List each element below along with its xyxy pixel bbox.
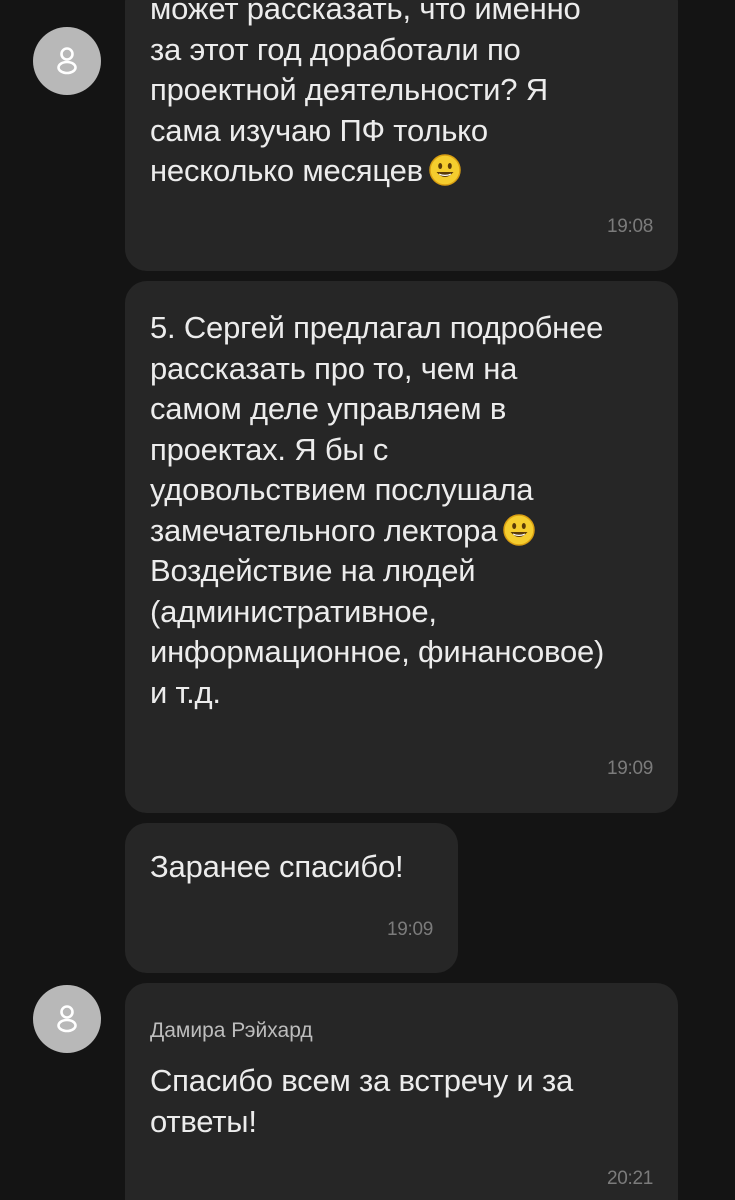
message-line: Спасибо всем за встречу и за	[150, 1063, 574, 1098]
message-line: замечательного лектора	[150, 511, 604, 552]
message-line: Воздействие на людей	[150, 553, 476, 588]
smile-emoji	[503, 513, 535, 546]
message-bubble[interactable]: Заранее спасибо! 19:09	[125, 823, 458, 973]
message-line: 5. Сергей предлагал подробнее	[150, 310, 604, 345]
person-placeholder-icon	[57, 47, 77, 75]
message-text: Заранее спасибо!	[150, 847, 404, 888]
message-time: 19:08	[606, 216, 653, 237]
message-time: 20:21	[606, 1168, 653, 1189]
avatar[interactable]	[33, 985, 101, 1053]
message-line: может рассказать, что именно	[150, 0, 581, 26]
message-bubble[interactable]: 5. Сергей предлагал подробнее рассказать…	[125, 281, 678, 813]
message-line: рассказать про то, чем на	[150, 350, 518, 386]
message-line: самом деле управляем в	[150, 391, 507, 426]
sender-name[interactable]: Дамира Рэйхард	[150, 1019, 313, 1043]
message-line: сама изучаю ПФ только	[150, 112, 488, 148]
message-line: несколько месяцев	[150, 151, 581, 192]
message-line: проектной деятельности? Я	[150, 72, 548, 107]
message-line: информационное, финансовое)	[150, 634, 605, 669]
message-text: может рассказать, что именно за этот год…	[150, 0, 581, 192]
message-text: Спасибо всем за встречу и за ответы!	[150, 1061, 573, 1142]
avatar[interactable]	[33, 27, 101, 95]
smile-emoji	[429, 154, 461, 186]
message-time: 19:09	[606, 758, 653, 779]
person-placeholder-icon	[57, 1005, 77, 1033]
message-line: удовольствием послушала	[150, 472, 534, 507]
message-line: ответы!	[150, 1103, 257, 1139]
message-line: проектах. Я бы с	[150, 431, 389, 467]
message-line: и т.д.	[150, 674, 221, 710]
message-time: 19:09	[386, 919, 433, 940]
message-bubble[interactable]: может рассказать, что именно за этот год…	[125, 0, 678, 271]
message-line: (административное,	[150, 593, 437, 629]
message-text: 5. Сергей предлагал подробнее рассказать…	[150, 308, 604, 713]
message-line: Заранее спасибо!	[150, 849, 404, 884]
message-line: за этот год доработали по	[150, 31, 521, 67]
message-bubble[interactable]: Дамира Рэйхард Спасибо всем за встречу и…	[125, 983, 678, 1200]
